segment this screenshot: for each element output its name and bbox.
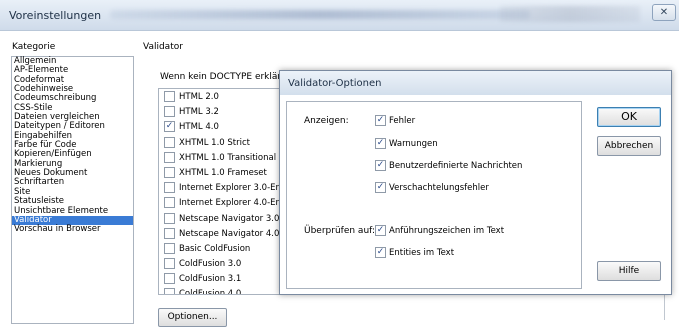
title-bar: Voreinstellungen ✕ xyxy=(0,0,679,31)
validator-item[interactable]: Netscape Navigator 4.0-E xyxy=(159,226,284,241)
validator-label: HTML 3.2 xyxy=(179,107,219,118)
category-item[interactable]: Schriftarten xyxy=(12,178,133,188)
validator-label: XHTML 1.0 Frameset xyxy=(179,167,267,178)
checkbox-box[interactable] xyxy=(164,227,175,239)
validator-item[interactable]: XHTML 1.0 Transitional xyxy=(159,150,284,165)
validator-label: ColdFusion 4.0 xyxy=(179,289,242,295)
checkbox-box[interactable] xyxy=(164,151,175,163)
quotes-in-text-checkbox[interactable]: ✓ Anführungszeichen im Text xyxy=(375,225,504,236)
checkbox-box: ✓ xyxy=(375,225,386,236)
section-title: Validator xyxy=(143,42,183,52)
validator-label: ColdFusion 3.1 xyxy=(179,274,242,285)
checkbox-box: ✓ xyxy=(375,115,386,126)
entities-in-text-checkbox[interactable]: ✓ Entities im Text xyxy=(375,247,454,258)
validator-item[interactable]: HTML 2.0 xyxy=(159,89,284,104)
checkbox-box: ✓ xyxy=(375,138,386,149)
window-title: Voreinstellungen xyxy=(9,9,102,22)
cancel-button[interactable]: Abbrechen xyxy=(597,136,661,156)
validator-item[interactable]: XHTML 1.0 Strict xyxy=(159,135,284,150)
validator-item[interactable]: ✓ HTML 4.0 xyxy=(159,119,284,134)
checkbox-box[interactable] xyxy=(164,136,175,148)
options-panel: Anzeigen: ✓ Fehler ✓ Warnungen ✓ Benutzerde… xyxy=(286,101,582,289)
validator-label: Internet Explorer 4.0-Ere xyxy=(179,198,285,209)
checkbox-box[interactable] xyxy=(164,182,175,194)
validator-label: Basic ColdFusion xyxy=(179,243,251,254)
checkbox-box[interactable] xyxy=(164,242,175,254)
validator-item[interactable]: HTML 3.2 xyxy=(159,104,284,119)
category-item[interactable]: Vorschau in Browser xyxy=(12,224,133,234)
options-button[interactable]: Optionen... xyxy=(158,308,227,327)
show-custom-messages-checkbox[interactable]: ✓ Benutzerdefinierte Nachrichten xyxy=(375,160,522,171)
validator-item[interactable]: ColdFusion 3.0 xyxy=(159,256,284,271)
checkbox-box[interactable] xyxy=(164,258,175,270)
validator-item[interactable]: Basic ColdFusion xyxy=(159,241,284,256)
validator-options-dialog: Validator-Optionen Anzeigen: ✓ Fehler ✓ Wa… xyxy=(279,70,672,295)
validator-label: XHTML 1.0 Transitional xyxy=(179,152,277,163)
checkbox-box: ✓ xyxy=(375,160,386,171)
dialog-title-bar: Validator-Optionen xyxy=(280,71,671,95)
checkbox-label: Benutzerdefinierte Nachrichten xyxy=(389,161,523,171)
validator-list[interactable]: HTML 2.0 HTML 3.2 ✓ HTML 4.0 XHTML 1.0 Stric… xyxy=(158,88,285,295)
category-list[interactable]: Allgemein AP-Elemente Codeformat Codehinwei… xyxy=(11,56,134,324)
ok-button[interactable]: OK xyxy=(597,107,661,127)
checkbox-box[interactable] xyxy=(164,288,175,294)
help-button[interactable]: Hilfe xyxy=(597,261,661,281)
doctype-description: Wenn kein DOCTYPE erklärt is xyxy=(160,72,295,82)
show-warnings-checkbox[interactable]: ✓ Warnungen xyxy=(375,138,438,149)
checkbox-box[interactable] xyxy=(164,166,175,178)
blurred-title-background xyxy=(110,10,530,19)
validator-item[interactable]: Internet Explorer 3.0-Ere xyxy=(159,180,284,195)
validator-item[interactable]: Internet Explorer 4.0-Ere xyxy=(159,195,284,210)
checkbox-box[interactable] xyxy=(164,273,175,285)
checkbox-box: ✓ xyxy=(375,247,386,258)
blurred-toolbar-icons xyxy=(500,6,640,22)
validator-label: Netscape Navigator 4.0-E xyxy=(179,228,285,239)
category-label: Kategorie xyxy=(12,42,56,52)
show-errors-checkbox[interactable]: ✓ Fehler xyxy=(375,115,415,126)
checkbox-label: Anführungszeichen im Text xyxy=(389,226,505,236)
show-label: Anzeigen: xyxy=(304,116,349,126)
checkbox-box: ✓ xyxy=(375,182,386,193)
checkbox-label: Entities im Text xyxy=(389,248,455,258)
validator-label: HTML 4.0 xyxy=(179,122,219,133)
validator-label: XHTML 1.0 Strict xyxy=(179,137,250,148)
checkbox-label: Warnungen xyxy=(389,139,438,149)
dialog-title: Validator-Optionen xyxy=(288,78,382,89)
validator-label: Netscape Navigator 3.0-E xyxy=(179,213,285,224)
checkbox-box[interactable] xyxy=(164,106,175,118)
checkbox-box[interactable] xyxy=(164,212,175,224)
validator-item[interactable]: XHTML 1.0 Frameset xyxy=(159,165,284,180)
validator-item[interactable]: ColdFusion 3.1 xyxy=(159,271,284,286)
validator-label: ColdFusion 3.0 xyxy=(179,259,242,270)
checkbox-box[interactable]: ✓ xyxy=(164,121,175,133)
validator-item[interactable]: Netscape Navigator 3.0-E xyxy=(159,211,284,226)
validator-item[interactable]: ColdFusion 4.0 xyxy=(159,286,284,295)
checkbox-box[interactable] xyxy=(164,197,175,209)
close-button[interactable]: ✕ xyxy=(652,4,676,21)
checkbox-label: Verschachtelungsfehler xyxy=(389,183,489,193)
checkbox-box[interactable] xyxy=(164,91,175,102)
show-nesting-errors-checkbox[interactable]: ✓ Verschachtelungsfehler xyxy=(375,182,489,193)
preferences-window: Voreinstellungen ✕ Kategorie Validator A… xyxy=(0,0,679,331)
validator-label: HTML 2.0 xyxy=(179,92,219,102)
check-for-label: Überprüfen auf: xyxy=(304,226,376,236)
checkbox-label: Fehler xyxy=(389,116,416,126)
validator-label: Internet Explorer 3.0-Ere xyxy=(179,183,285,194)
